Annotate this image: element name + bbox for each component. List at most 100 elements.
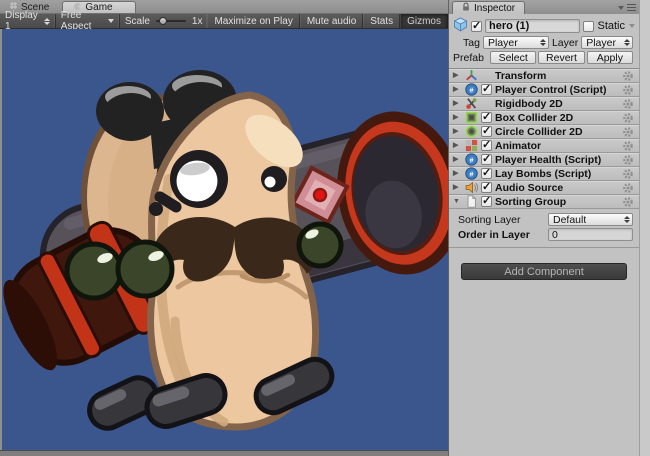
prefab-select-button[interactable]: Select xyxy=(490,51,536,64)
rigidbody2d-icon xyxy=(465,97,478,110)
static-label: Static xyxy=(597,20,625,32)
chevron-down-icon xyxy=(108,19,114,23)
lock-icon[interactable] xyxy=(462,2,470,15)
popup-arrows-icon xyxy=(624,216,630,223)
script-icon: # xyxy=(465,83,478,96)
gear-icon[interactable] xyxy=(622,154,634,166)
gear-icon[interactable] xyxy=(622,140,634,152)
sorting-layer-label: Sorting Layer xyxy=(458,214,548,226)
foldout-triangle[interactable]: ▶ xyxy=(453,72,462,79)
component-name: Audio Source xyxy=(495,182,619,194)
stats-button[interactable]: Stats xyxy=(363,14,400,28)
popup-arrows-icon xyxy=(624,39,630,46)
component-box-collider-2d[interactable]: ▶ Box Collider 2D xyxy=(449,111,639,125)
prefab-apply-button[interactable]: Apply xyxy=(587,51,633,64)
inspector-panel: Inspector hero (1) Static Tag xyxy=(448,0,650,456)
box-collider2d-icon xyxy=(465,111,478,124)
foldout-triangle[interactable]: ▶ xyxy=(453,114,462,121)
foldout-triangle[interactable]: ▶ xyxy=(453,128,462,135)
component-enabled-checkbox[interactable] xyxy=(481,126,492,137)
gear-icon[interactable] xyxy=(622,182,634,194)
foldout-triangle[interactable]: ▶ xyxy=(453,142,462,149)
gear-icon[interactable] xyxy=(622,70,634,82)
order-in-layer-label: Order in Layer xyxy=(458,229,548,241)
component-circle-collider-2d[interactable]: ▶ Circle Collider 2D xyxy=(449,125,639,139)
aspect-dropdown[interactable]: Free Aspect xyxy=(56,14,120,28)
popup-arrows-icon xyxy=(44,18,50,25)
scale-slider-knob[interactable] xyxy=(159,17,167,25)
gizmos-button[interactable]: Gizmos xyxy=(400,14,448,28)
component-enabled-checkbox[interactable] xyxy=(481,112,492,123)
unity-editor-window: Scene Game Display 1 Free Aspect Scale 1… xyxy=(0,0,650,456)
gear-icon[interactable] xyxy=(622,168,634,180)
component-player-health-script[interactable]: ▶ # Player Health (Script) xyxy=(449,153,639,167)
context-menu-icon[interactable] xyxy=(627,4,636,11)
foldout-triangle[interactable]: ▶ xyxy=(453,184,462,191)
order-in-layer-field[interactable]: 0 xyxy=(548,228,633,241)
component-name: Player Control (Script) xyxy=(495,84,619,96)
maximize-on-play-button[interactable]: Maximize on Play xyxy=(207,14,299,28)
component-name: Transform xyxy=(495,70,619,82)
component-enabled-checkbox[interactable] xyxy=(481,196,492,207)
component-player-control-script[interactable]: ▶ # Player Control (Script) xyxy=(449,83,639,97)
component-sorting-group[interactable]: ▼ Sorting Group xyxy=(449,195,639,209)
component-enabled-checkbox[interactable] xyxy=(481,182,492,193)
script-icon: # xyxy=(465,167,478,180)
component-lay-bombs-script[interactable]: ▶ # Lay Bombs (Script) xyxy=(449,167,639,181)
tab-inspector-label: Inspector xyxy=(474,3,515,14)
display-dropdown[interactable]: Display 1 xyxy=(0,14,56,28)
transform-icon xyxy=(465,69,478,82)
script-icon: # xyxy=(465,153,478,166)
static-checkbox[interactable] xyxy=(583,21,594,32)
component-name: Box Collider 2D xyxy=(495,112,619,124)
foldout-triangle[interactable]: ▶ xyxy=(453,100,462,107)
foldout-triangle[interactable]: ▶ xyxy=(453,156,462,163)
component-enabled-checkbox[interactable] xyxy=(481,140,492,151)
chevron-down-icon[interactable] xyxy=(618,6,624,10)
prefab-cube-icon xyxy=(453,17,468,35)
tab-inspector[interactable]: Inspector xyxy=(452,1,525,14)
foldout-triangle[interactable]: ▶ xyxy=(453,170,462,177)
sorting-layer-dropdown[interactable]: Default xyxy=(548,213,633,226)
layer-label: Layer xyxy=(552,37,578,49)
animator-icon xyxy=(465,139,478,152)
scale-value: 1x xyxy=(192,16,203,27)
prefab-revert-button[interactable]: Revert xyxy=(538,51,584,64)
foldout-triangle[interactable]: ▶ xyxy=(453,86,462,93)
hero-character xyxy=(2,29,448,450)
gear-icon[interactable] xyxy=(622,98,634,110)
component-list: ▶ Transform ▶ # Player Control (Script) … xyxy=(449,69,639,209)
game-view-toolbar: Display 1 Free Aspect Scale 1x Maximize … xyxy=(0,13,448,29)
foldout-triangle[interactable]: ▼ xyxy=(453,198,462,205)
gameobject-enabled-checkbox[interactable] xyxy=(471,21,482,32)
gear-icon[interactable] xyxy=(622,112,634,124)
gear-icon[interactable] xyxy=(622,196,634,208)
component-name: Animator xyxy=(495,140,619,152)
component-transform[interactable]: ▶ Transform xyxy=(449,69,639,83)
component-rigidbody-2d[interactable]: ▶ Rigidbody 2D xyxy=(449,97,639,111)
gear-icon[interactable] xyxy=(622,126,634,138)
inspector-scrollbar[interactable] xyxy=(639,0,650,456)
layer-dropdown[interactable]: Player xyxy=(581,36,633,49)
gameobject-name-field[interactable]: hero (1) xyxy=(485,19,580,33)
sorting-group-body: Sorting Layer Default Order in Layer 0 xyxy=(449,209,639,248)
component-name: Rigidbody 2D xyxy=(495,98,619,110)
static-dropdown-icon[interactable] xyxy=(629,24,635,28)
window-bottom-edge xyxy=(0,450,448,456)
component-animator[interactable]: ▶ Animator xyxy=(449,139,639,153)
scale-slider[interactable] xyxy=(156,20,186,22)
tag-dropdown[interactable]: Player xyxy=(483,36,549,49)
component-enabled-checkbox[interactable] xyxy=(481,168,492,179)
component-enabled-checkbox[interactable] xyxy=(481,84,492,95)
right-eye xyxy=(261,166,287,192)
scale-control: Scale 1x xyxy=(120,14,208,28)
circle-collider2d-icon xyxy=(465,125,478,138)
gear-icon[interactable] xyxy=(622,84,634,96)
add-component-button[interactable]: Add Component xyxy=(461,263,627,280)
component-name: Lay Bombs (Script) xyxy=(495,168,619,180)
game-canvas[interactable] xyxy=(0,29,448,450)
component-audio-source[interactable]: ▶ Audio Source xyxy=(449,181,639,195)
mute-audio-button[interactable]: Mute audio xyxy=(300,14,363,28)
component-enabled-checkbox[interactable] xyxy=(481,154,492,165)
scale-label: Scale xyxy=(125,16,150,27)
